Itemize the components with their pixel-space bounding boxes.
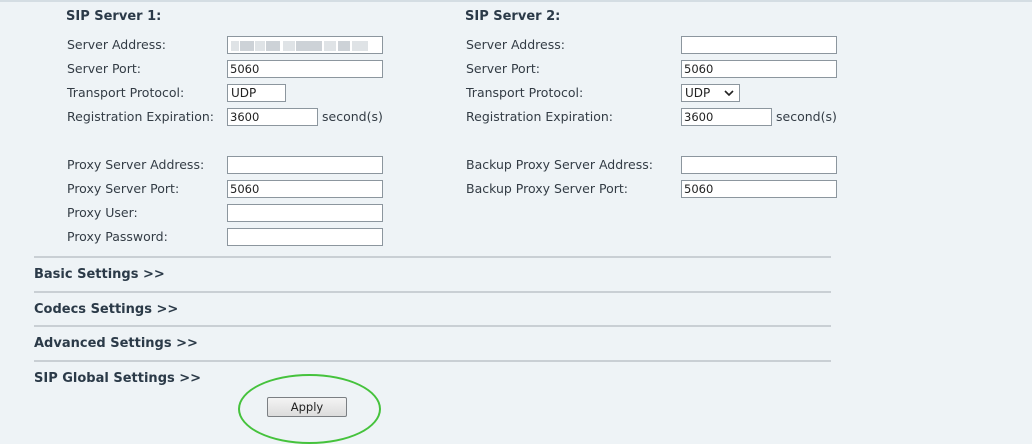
top-border xyxy=(0,0,1032,2)
advanced-settings-toggle[interactable]: Advanced Settings >> xyxy=(34,336,198,351)
proxy-server-address-label: Proxy Server Address: xyxy=(67,157,205,172)
divider xyxy=(34,256,831,258)
proxy-server-port-input[interactable] xyxy=(227,180,383,198)
redaction-block xyxy=(338,41,350,51)
chevron-down-icon xyxy=(724,90,734,96)
divider xyxy=(34,360,831,362)
redaction-block xyxy=(283,41,295,51)
codecs-settings-toggle[interactable]: Codecs Settings >> xyxy=(34,302,178,317)
proxy-password-input[interactable] xyxy=(227,228,383,246)
sip2-server-address-label: Server Address: xyxy=(466,37,565,52)
sip1-registration-expiration-unit: second(s) xyxy=(322,109,383,124)
proxy-user-input[interactable] xyxy=(227,204,383,222)
proxy-server-address-input[interactable] xyxy=(227,156,383,174)
backup-proxy-server-address-input[interactable] xyxy=(681,156,837,174)
sip1-transport-protocol-select[interactable]: UDP xyxy=(227,84,286,102)
backup-proxy-server-address-label: Backup Proxy Server Address: xyxy=(466,157,653,172)
sip2-transport-protocol-select[interactable]: UDP xyxy=(681,84,740,102)
sip2-transport-protocol-value: UDP xyxy=(685,86,711,100)
sip2-transport-protocol-label: Transport Protocol: xyxy=(466,85,584,100)
sip2-registration-expiration-label: Registration Expiration: xyxy=(466,109,614,124)
sip1-server-address-label: Server Address: xyxy=(67,37,166,52)
sip1-server-address-input[interactable] xyxy=(227,36,383,54)
redaction-block xyxy=(240,41,254,51)
sip-server-2-title: SIP Server 2: xyxy=(465,9,561,24)
sip-global-settings-toggle[interactable]: SIP Global Settings >> xyxy=(34,371,201,386)
redaction-block xyxy=(231,41,239,51)
sip1-transport-protocol-label: Transport Protocol: xyxy=(67,85,185,100)
sip2-registration-expiration-input[interactable] xyxy=(681,108,772,126)
redaction-block xyxy=(296,41,322,51)
redaction-block xyxy=(266,41,280,51)
sip2-server-address-input[interactable] xyxy=(681,36,837,54)
proxy-user-label: Proxy User: xyxy=(67,205,138,220)
sip1-registration-expiration-input[interactable] xyxy=(227,108,318,126)
backup-proxy-server-port-input[interactable] xyxy=(681,180,837,198)
apply-button[interactable]: Apply xyxy=(267,397,347,417)
backup-proxy-server-port-label: Backup Proxy Server Port: xyxy=(466,181,628,196)
sip1-registration-expiration-label: Registration Expiration: xyxy=(67,109,215,124)
proxy-password-label: Proxy Password: xyxy=(67,229,168,244)
divider xyxy=(34,325,831,327)
sip-server-1-title: SIP Server 1: xyxy=(66,9,162,24)
redaction-block xyxy=(352,41,368,51)
redaction-block xyxy=(255,41,265,51)
sip2-registration-expiration-unit: second(s) xyxy=(776,109,837,124)
divider xyxy=(34,291,831,293)
basic-settings-toggle[interactable]: Basic Settings >> xyxy=(34,267,165,282)
sip2-server-port-input[interactable] xyxy=(681,60,837,78)
redaction-block xyxy=(324,41,336,51)
sip1-transport-protocol-value: UDP xyxy=(231,86,257,100)
sip2-server-port-label: Server Port: xyxy=(466,61,540,76)
sip1-server-port-label: Server Port: xyxy=(67,61,141,76)
sip1-server-port-input[interactable] xyxy=(227,60,383,78)
proxy-server-port-label: Proxy Server Port: xyxy=(67,181,180,196)
